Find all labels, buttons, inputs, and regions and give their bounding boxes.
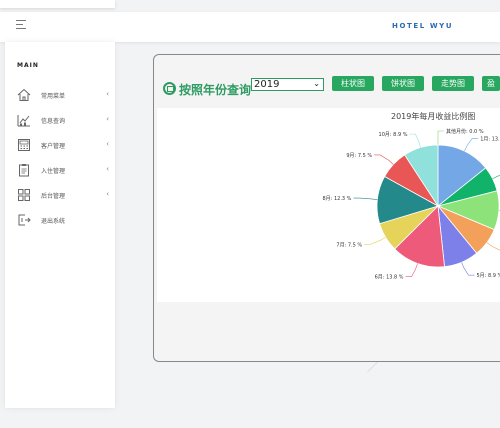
pie-label-line: [461, 262, 475, 276]
profit-chart-button[interactable]: 盈: [482, 76, 500, 91]
pie-label-line: [492, 175, 500, 180]
pie-slice-label: 5月: 8.9 %: [476, 273, 500, 279]
chevron-left-icon: ‹: [106, 140, 109, 148]
chevron-left-icon: ‹: [106, 90, 109, 98]
menu-toggle-icon[interactable]: [16, 20, 26, 30]
chart-icon: [17, 115, 30, 127]
chevron-down-icon: ⌄: [313, 79, 320, 88]
sidebar-item-customer-mgmt[interactable]: 客户管理 ‹: [17, 136, 113, 156]
pie-label-line: [409, 133, 421, 148]
year-select-value: 2019: [254, 79, 280, 90]
sidebar-item-common-menu[interactable]: 常用菜单 ‹: [17, 86, 113, 106]
sidebar-item-label: 客户管理: [41, 143, 66, 150]
chevron-left-icon: ‹: [106, 190, 109, 198]
chevron-left-icon: ‹: [106, 165, 109, 173]
sidebar-item-logout[interactable]: 退出系统: [17, 211, 113, 231]
chevron-left-icon: ‹: [106, 115, 109, 123]
pie-label-line: [353, 197, 378, 200]
pie-slice-label: 7月: 7.5 %: [336, 242, 362, 248]
sidebar-item-label: 信息查询: [41, 118, 66, 125]
top-left-strip: [0, 0, 115, 8]
sidebar-item-label: 退出系统: [41, 218, 66, 225]
pie-label-line: [437, 130, 444, 145]
calculator-icon: [18, 139, 30, 151]
pie-slice-label: 6月: 13.8 %: [375, 275, 404, 281]
sidebar-item-label: 入住管理: [41, 168, 66, 175]
pie-label-line: [374, 154, 394, 165]
pie-slice-label: 8月: 12.3 %: [323, 196, 352, 202]
logout-icon: [18, 214, 31, 226]
sidebar-title: MAIN: [17, 62, 39, 69]
trend-chart-button[interactable]: 走势图: [432, 76, 474, 91]
sidebar: MAIN 常用菜单 ‹ 信息查询 ‹ 客户管理 ‹ 入住管理 ‹ 后台管理 ‹ …: [5, 42, 115, 408]
pie-chart-button[interactable]: 饼状图: [382, 76, 424, 91]
home-icon: [17, 88, 31, 101]
query-label: 按照年份查询: [179, 83, 252, 97]
top-header: HOTEL WYU: [0, 12, 500, 42]
clipboard-icon: [19, 164, 29, 177]
sidebar-item-label: 常用菜单: [41, 93, 66, 100]
pie-slice-label: 9月: 7.5 %: [346, 153, 372, 159]
decorative-line: [367, 361, 378, 373]
pie-slice-label: 10月: 8.9 %: [379, 132, 408, 138]
year-select[interactable]: 2019 ⌄: [251, 78, 324, 91]
pie-slice-label: 其他月份: 0.0 %: [446, 128, 484, 135]
pie-label-line: [405, 263, 418, 277]
pie-slice-label: 1月: 13.8 %: [480, 136, 500, 142]
brand-title: HOTEL WYU: [392, 22, 454, 30]
pie-chart: 其他月份: 0.0 %1月: 13.8 %2月3月4月5月: 8.9 %6月: …: [323, 128, 500, 281]
sidebar-item-backend-mgmt[interactable]: 后台管理 ‹: [17, 186, 113, 206]
pie-label-line: [364, 236, 386, 245]
bar-chart-button[interactable]: 柱状图: [332, 76, 374, 91]
pie-label-line: [486, 242, 500, 251]
pie-label-line: [464, 138, 479, 152]
grid-icon: [18, 189, 30, 201]
sidebar-item-label: 后台管理: [41, 193, 66, 200]
calendar-icon: [163, 82, 176, 95]
sidebar-item-info-query[interactable]: 信息查询 ‹: [17, 111, 113, 131]
sidebar-item-checkin-mgmt[interactable]: 入住管理 ‹: [17, 161, 113, 181]
